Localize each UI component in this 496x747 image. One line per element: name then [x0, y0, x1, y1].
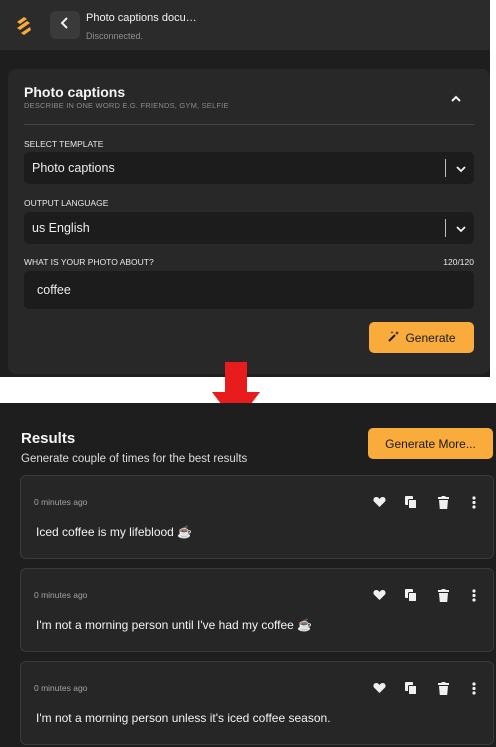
generate-more-button[interactable]: Generate More...: [368, 428, 493, 459]
heart-icon[interactable]: [372, 681, 386, 695]
template-select[interactable]: Photo captions: [24, 152, 474, 184]
result-timestamp: 0 minutes ago: [34, 497, 88, 507]
chevron-up-icon[interactable]: [448, 91, 464, 107]
divider: [24, 124, 474, 125]
select-separator: [445, 219, 446, 237]
trash-icon[interactable]: [436, 588, 450, 602]
trash-icon[interactable]: [436, 681, 450, 695]
language-select[interactable]: us English: [24, 212, 474, 244]
template-label: SELECT TEMPLATE: [24, 139, 104, 149]
language-value: us English: [32, 221, 90, 235]
copy-icon[interactable]: [404, 681, 418, 695]
more-options-icon[interactable]: [467, 495, 481, 509]
result-caption: Iced coffee is my lifeblood ☕: [36, 525, 193, 539]
photo-about-input[interactable]: [24, 271, 474, 309]
language-label: OUTPUT LANGUAGE: [24, 198, 109, 208]
result-timestamp: 0 minutes ago: [34, 590, 88, 600]
heart-icon[interactable]: [372, 495, 386, 509]
form-title: Photo captions: [24, 84, 126, 100]
result-card: 0 minutes ago I'm not a morning person u…: [20, 661, 494, 745]
results-subtitle: Generate couple of times for the best re…: [21, 453, 248, 465]
chevron-down-icon: [455, 162, 467, 174]
connection-status: Disconnected.: [86, 31, 144, 41]
form-subtitle: DESCRIBE IN ONE WORD E.G. FRIENDS, GYM, …: [24, 101, 229, 110]
document-title: Photo captions docu…: [86, 12, 197, 24]
generate-button[interactable]: Generate: [369, 322, 474, 353]
generate-label: Generate: [405, 330, 456, 345]
chevron-down-icon: [455, 222, 467, 234]
magic-wand-icon: [387, 330, 400, 346]
about-label: WHAT IS YOUR PHOTO ABOUT?: [24, 257, 154, 267]
result-caption: I'm not a morning person unless it's ice…: [36, 711, 331, 725]
form-card: Photo captions DESCRIBE IN ONE WORD E.G.…: [8, 69, 490, 374]
chevron-left-icon: [60, 16, 70, 34]
select-separator: [445, 159, 446, 177]
results-title: Results: [21, 430, 76, 447]
result-card: 0 minutes ago Iced coffee is my lifebloo…: [20, 475, 494, 559]
copy-icon[interactable]: [404, 588, 418, 602]
result-caption: I'm not a morning person until I've had …: [36, 618, 313, 632]
result-timestamp: 0 minutes ago: [34, 683, 88, 693]
copy-icon[interactable]: [404, 495, 418, 509]
generator-panel: Photo captions docu… Disconnected. Photo…: [0, 0, 490, 377]
more-options-icon[interactable]: [467, 681, 481, 695]
results-panel: Results Generate couple of times for the…: [0, 403, 496, 747]
more-options-icon[interactable]: [467, 588, 481, 602]
result-card: 0 minutes ago I'm not a morning person u…: [20, 568, 494, 652]
top-bar: Photo captions docu… Disconnected.: [0, 0, 490, 50]
character-counter: 120/120: [443, 257, 474, 267]
app-logo-icon: [13, 14, 35, 36]
template-value: Photo captions: [32, 161, 115, 175]
trash-icon[interactable]: [436, 495, 450, 509]
heart-icon[interactable]: [372, 588, 386, 602]
back-button[interactable]: [50, 11, 80, 39]
